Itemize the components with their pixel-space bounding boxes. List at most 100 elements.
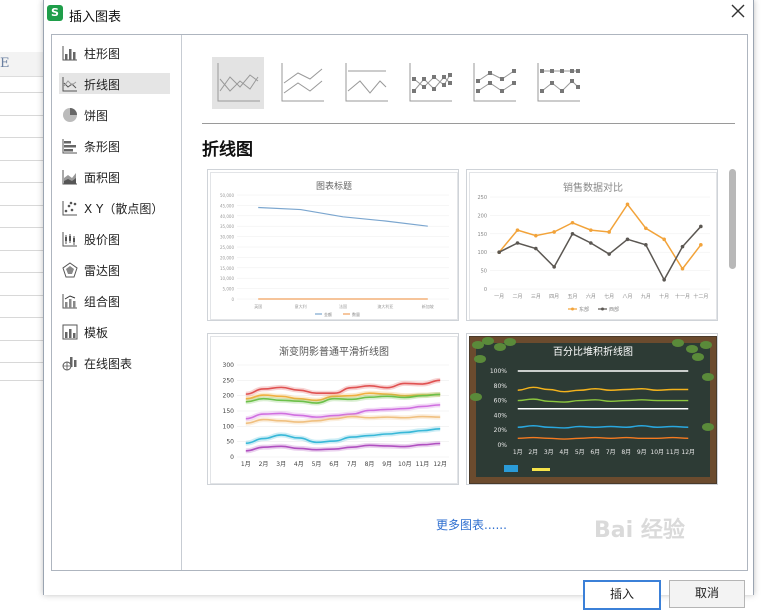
data-point — [607, 230, 611, 234]
x-tick-label: 5月 — [575, 449, 585, 456]
sidebar-item-pie[interactable]: 饼图 — [59, 104, 170, 125]
subtype-percent-stacked-line-markers[interactable] — [532, 57, 584, 109]
grid-line — [0, 295, 44, 296]
x-tick-label: 10月 — [398, 461, 412, 468]
leaf-decoration — [470, 393, 482, 401]
line-chart-preview: 300 250 200 150 100 50 0 1月 2月 3月 4月 5月 6月 7月 8月 9月 10月 1… — [223, 362, 449, 468]
grid-line — [0, 317, 44, 318]
more-charts-link[interactable]: 更多图表...... — [436, 516, 507, 533]
y-tick-label: 60% — [494, 398, 508, 405]
sidebar-item-stock[interactable]: 股价图 — [59, 228, 170, 249]
subtype-line[interactable] — [212, 57, 264, 109]
data-point — [552, 230, 556, 234]
grid-line — [0, 160, 44, 161]
grid-line — [0, 92, 44, 93]
sidebar-item-area[interactable]: 面积图 — [59, 166, 170, 187]
x-tick-label: 9月 — [382, 461, 392, 468]
sidebar-item-radar[interactable]: 雷达图 — [59, 259, 170, 280]
x-tick-label: 六月 — [586, 293, 596, 300]
x-tick-label: 四月 — [549, 294, 559, 300]
chart-type-sidebar: 柱形图 折线图 饼图 条形图 面积图 X Y（散点图） 股价图 雷达图 组合图 … — [52, 35, 182, 570]
line-chart-preview: 100%80%60%40%20%0%1月 2月 3月 4月 5月 6月 7月 8月 9月 10月 1… — [470, 337, 716, 483]
cancel-button[interactable]: 取消 — [669, 580, 745, 608]
insert-chart-dialog: S 插入图表 柱形图 折线图 饼图 条形图 面积图 X Y（散点图） 股价图 雷… — [43, 0, 754, 610]
y-tick-label: 15,000 — [220, 266, 234, 271]
x-tick-label: 九月 — [641, 293, 651, 300]
watermark-logo: Bai 经验 — [594, 518, 685, 543]
subtype-stacked-line-markers[interactable] — [468, 57, 520, 109]
data-point — [497, 250, 501, 254]
legend-marker — [571, 307, 574, 311]
column-chart-icon — [62, 46, 77, 61]
grid-line — [0, 115, 44, 116]
x-tick-label: 11月 — [666, 449, 680, 456]
insert-button[interactable]: 插入 — [583, 580, 661, 610]
data-point — [625, 237, 630, 242]
x-tick-label: 7月 — [347, 461, 357, 468]
section-title: 折线图 — [202, 140, 253, 160]
data-point — [589, 241, 593, 245]
x-tick-label: 6月 — [590, 449, 600, 456]
chalk-stick-decoration — [532, 468, 550, 471]
x-tick-label: 意大利 — [295, 303, 307, 309]
wps-logo-icon: S — [47, 5, 63, 21]
legend-marker — [601, 307, 604, 311]
subtype-line-markers[interactable] — [404, 57, 456, 109]
y-tick-label: 150 — [477, 232, 487, 238]
y-tick-label: 40% — [494, 412, 508, 419]
chalkboard-surface — [476, 343, 710, 477]
chart-preview-card[interactable]: 销售数据对比 250 200 150 100 50 0 一月 二月 三月 四月 五月 六月 七月 八月 九月… — [466, 169, 718, 321]
x-tick-label: 五月 — [567, 294, 577, 300]
area-chart-icon — [62, 170, 77, 185]
grid-line — [0, 205, 44, 206]
y-tick-label: 10,000 — [220, 276, 234, 281]
x-tick-label: 一月 — [494, 294, 504, 300]
title-bar: S 插入图表 — [44, 0, 753, 28]
subtype-percent-stacked-line[interactable] — [340, 57, 392, 109]
grid-line — [0, 340, 44, 341]
y-tick-label: 0 — [231, 297, 234, 302]
card-inner: 渐变阴影普通平滑折线图 300 250 200 150 100 50 0 1月 2月 3月 4月 5月… — [210, 336, 458, 484]
sidebar-item-column[interactable]: 柱形图 — [59, 42, 170, 63]
background-spreadsheet: E — [0, 0, 44, 595]
x-tick-label: 七月 — [604, 293, 614, 300]
data-point — [680, 244, 685, 249]
y-tick-label: 200 — [477, 213, 487, 219]
close-button[interactable] — [728, 4, 748, 24]
data-point — [552, 265, 556, 269]
x-tick-label: 5月 — [312, 461, 322, 468]
close-icon — [731, 4, 745, 18]
sidebar-item-combo[interactable]: 组合图 — [59, 290, 170, 311]
grid-line — [0, 380, 44, 381]
x-tick-label: 11月 — [416, 461, 430, 468]
sidebar-item-scatter[interactable]: X Y（散点图） — [59, 197, 170, 218]
sidebar-item-label: X Y（散点图） — [84, 202, 164, 216]
sidebar-item-label: 折线图 — [84, 78, 121, 92]
data-point — [534, 246, 538, 251]
x-tick-label: 7月 — [606, 449, 616, 456]
sidebar-item-bar[interactable]: 条形图 — [59, 135, 170, 156]
scatter-chart-icon — [62, 201, 77, 216]
sidebar-item-line[interactable]: 折线图 — [59, 73, 170, 94]
card-title: 百分比堆积折线图 — [553, 347, 633, 358]
sidebar-item-template[interactable]: 模板 — [59, 321, 170, 342]
line-chart-icon — [62, 77, 77, 92]
x-tick-label: 1月 — [513, 449, 523, 456]
y-tick-label: 25,000 — [220, 245, 234, 250]
chart-preview-card[interactable]: 100% 80% 60% 40% 20% 0% 1月 2月 3月 4月 5月 6月 7月 8月 9月 10月 1… — [466, 333, 718, 485]
chart-preview-card[interactable]: 渐变阴影普通平滑折线图 300 250 200 150 100 50 0 1月 2月 3月 4月 5月… — [207, 333, 459, 485]
sidebar-item-label: 柱形图 — [84, 47, 121, 61]
y-tick-label: 80% — [494, 383, 508, 390]
y-tick-label: 100% — [490, 368, 507, 375]
scrollbar-thumb[interactable] — [729, 169, 736, 269]
x-tick-label: 8月 — [365, 461, 375, 468]
x-tick-label: 3月 — [276, 461, 286, 468]
chart-preview-card[interactable]: 图表标题 50,000 45,000 40,000 35,000 30,000 25,00… — [207, 169, 459, 321]
sidebar-item-online[interactable]: 在线图表 — [59, 352, 170, 373]
data-point — [644, 226, 648, 231]
y-tick-label: 50,000 — [220, 193, 234, 198]
subtype-stacked-line[interactable] — [276, 57, 328, 109]
sidebar-item-label: 条形图 — [84, 140, 121, 154]
dialog-body: 柱形图 折线图 饼图 条形图 面积图 X Y（散点图） 股价图 雷达图 组合图 … — [51, 34, 748, 571]
dialog-title: 插入图表 — [69, 10, 122, 25]
